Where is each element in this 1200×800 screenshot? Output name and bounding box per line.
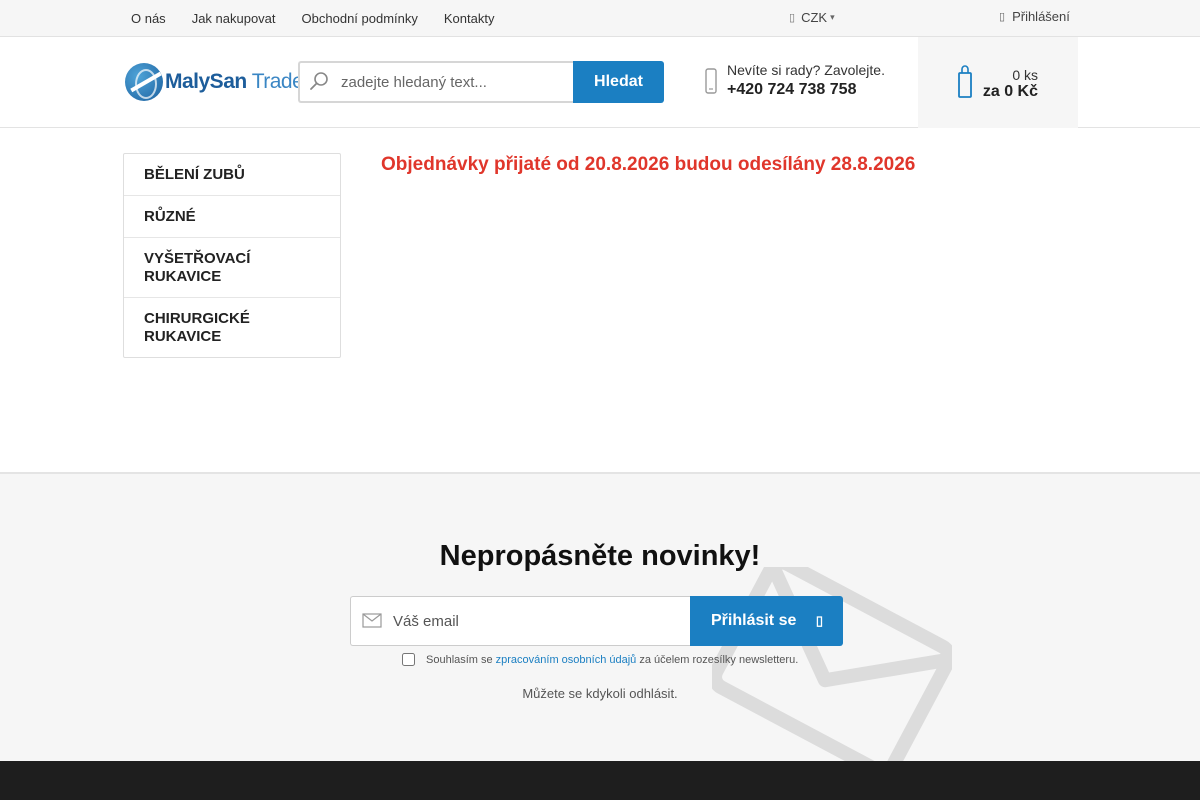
logo-brand: MalySan (165, 70, 247, 93)
login-label: Přihlášení (1012, 9, 1070, 24)
cart-widget[interactable]: 0 ks za 0 Kč (918, 37, 1078, 128)
help-question: Nevíte si rady? Zavolejte. (727, 62, 885, 78)
search-icon (310, 72, 328, 90)
footer (0, 761, 1200, 800)
unsubscribe-note: Můžete se kdykoli odhlásit. (522, 686, 678, 701)
cart-price: za 0 Kč (982, 83, 1038, 100)
currency-label: CZK (801, 10, 828, 25)
newsletter-title: Nepropásněte novinky! (439, 540, 761, 572)
cart-quantity: 0 ks (1012, 67, 1038, 83)
sidebar-item-surgical-gloves[interactable]: Chirurgické rukavice (124, 298, 340, 357)
category-sidebar: Bělení zubů Různé Vyšetřovací rukavice C… (123, 153, 341, 358)
cart-icon (958, 65, 972, 98)
arrow-right-icon: ▯ (815, 613, 823, 628)
consent-text-before: Souhlasím se (426, 653, 493, 666)
search-form: Hledat (298, 61, 664, 103)
nav-link-about[interactable]: O nás (131, 11, 166, 26)
consent-text-after: za účelem rozesílky newsletteru. (639, 653, 799, 666)
sidebar-item-examination-gloves[interactable]: Vyšetřovací rukavice (124, 238, 340, 298)
header: MalySan Trade Hledat Nevíte si rady? Zav… (0, 37, 1200, 128)
search-button[interactable]: Hledat (573, 61, 664, 103)
help-contact: Nevíte si rady? Zavolejte. +420 724 738 … (705, 62, 885, 99)
sidebar-item-teeth-whitening[interactable]: Bělení zubů (124, 154, 340, 196)
subscribe-label: Přihlásit se (711, 612, 797, 629)
login-link[interactable]: ▯ Přihlášení (999, 9, 1070, 24)
chevron-down-icon: ▾ (830, 12, 835, 22)
globe-icon (125, 63, 163, 101)
help-phone[interactable]: +420 724 738 758 (727, 81, 885, 99)
consent-checkbox[interactable] (402, 653, 415, 666)
top-bar: O nás Jak nakupovat Obchodní podmínky Ko… (0, 0, 1200, 37)
newsletter-section: Nepropásněte novinky! Přihlásit se ▯ Souh… (0, 472, 1200, 761)
mail-icon (362, 613, 382, 628)
top-nav: O nás Jak nakupovat Obchodní podmínky Ko… (131, 0, 520, 36)
user-icon: ▯ (999, 11, 1006, 23)
subscribe-button[interactable]: Přihlásit se ▯ (690, 596, 843, 646)
shipping-notice: Objednávky přijaté od 20.8.2026 budou od… (381, 154, 916, 175)
consent-row: Souhlasím se zpracováním osobních údajů … (402, 653, 798, 666)
nav-link-contacts[interactable]: Kontakty (444, 11, 495, 26)
search-input[interactable] (298, 61, 574, 103)
nav-link-terms[interactable]: Obchodní podmínky (302, 11, 418, 26)
nav-link-how-to-shop[interactable]: Jak nakupovat (192, 11, 276, 26)
newsletter-form: Přihlásit se ▯ (350, 596, 843, 646)
email-field[interactable] (350, 596, 691, 646)
sidebar-item-various[interactable]: Různé (124, 196, 340, 238)
currency-icon: ▯ (789, 12, 796, 24)
privacy-link[interactable]: zpracováním osobních údajů (496, 654, 637, 666)
logo-brand-suffix: Trade (251, 70, 304, 93)
logo[interactable]: MalySan Trade (125, 63, 304, 101)
currency-selector[interactable]: ▯ CZK ▾ (789, 10, 835, 25)
phone-icon (705, 67, 717, 94)
